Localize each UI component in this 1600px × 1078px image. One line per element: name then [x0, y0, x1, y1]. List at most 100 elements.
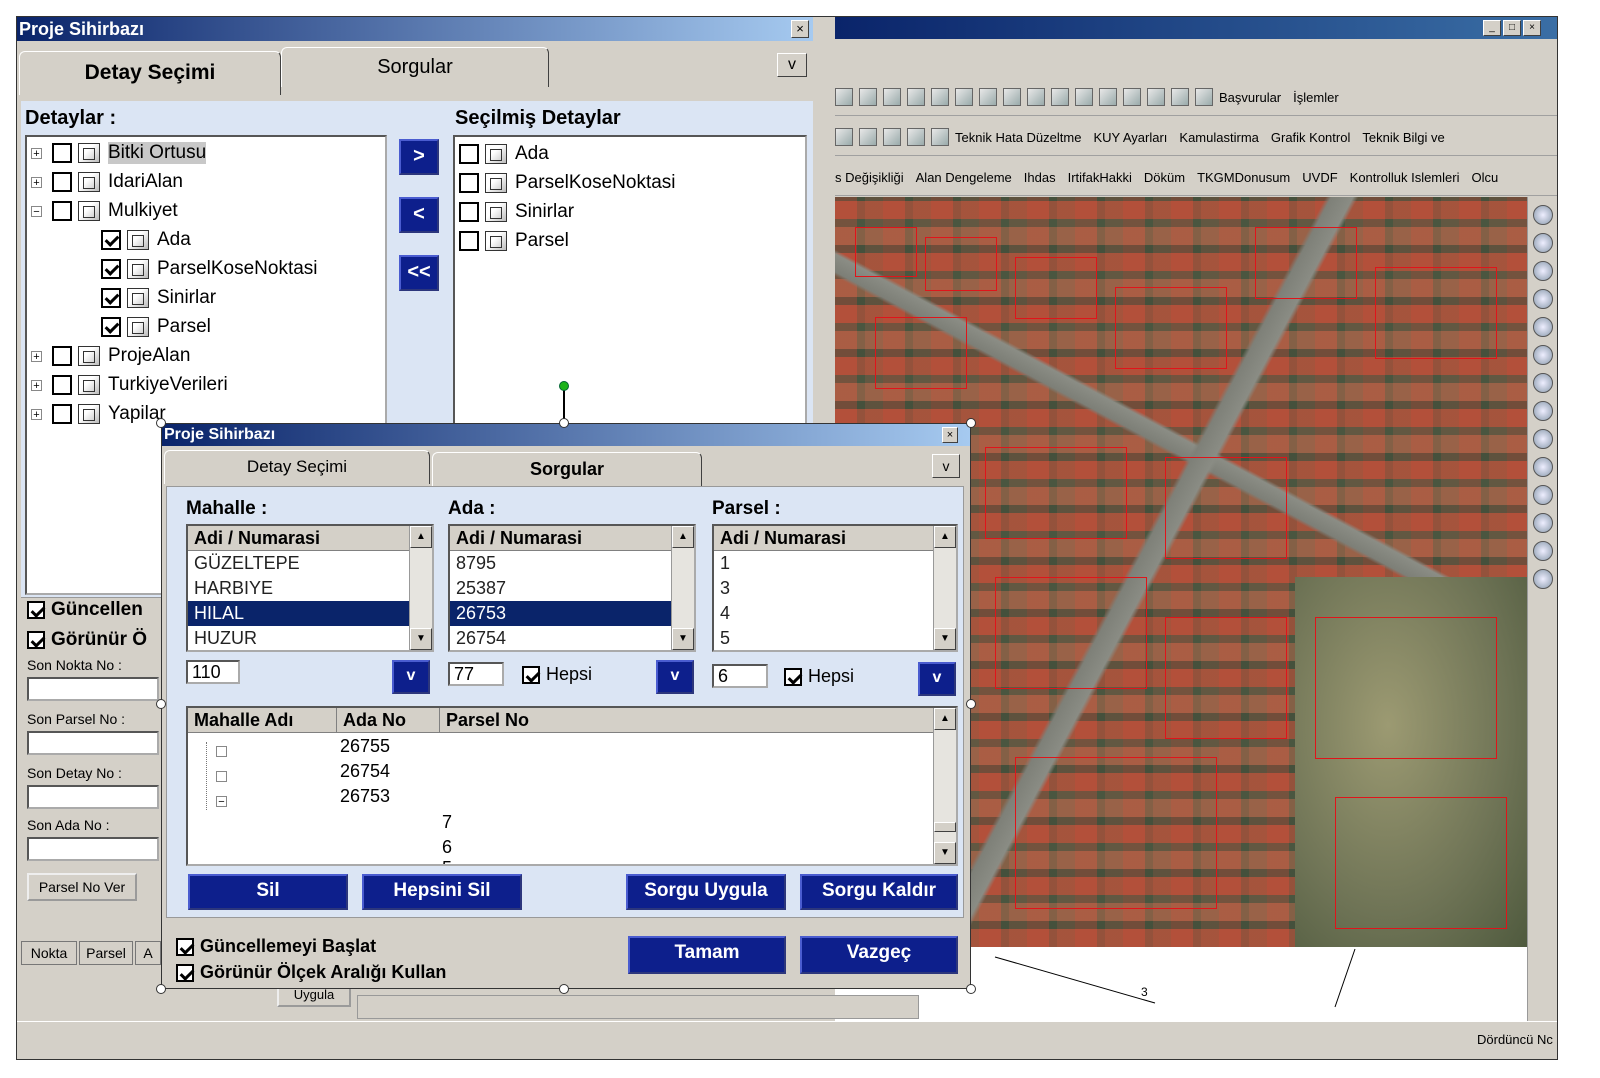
scroll-thumb[interactable]: [934, 822, 956, 832]
expand-toggle-icon[interactable]: [216, 771, 227, 782]
mahalle-scrollbar[interactable]: ▲ ▼: [409, 526, 432, 650]
tool-icon[interactable]: [1051, 88, 1069, 106]
parsel-item[interactable]: 3: [714, 576, 956, 601]
guncellemeyi-baslat-check[interactable]: Güncellemeyi Başlat: [176, 936, 376, 957]
ada-item-selected[interactable]: 26753: [450, 601, 672, 626]
tool-icon[interactable]: [883, 128, 901, 146]
scroll-up-icon[interactable]: ▲: [934, 526, 956, 548]
checkbox[interactable]: [52, 404, 72, 424]
ada-number-input[interactable]: 77: [448, 662, 504, 686]
scroll-down-icon[interactable]: ▼: [672, 628, 694, 650]
tool-icon[interactable]: [1195, 88, 1213, 106]
menu-teknik-hata[interactable]: Teknik Hata Düzeltme: [955, 130, 1081, 145]
result-ada-cell[interactable]: 26754: [340, 761, 390, 782]
parsel-no-ver-button[interactable]: Parsel No Ver: [27, 873, 137, 901]
resize-handle[interactable]: [156, 699, 166, 709]
tool-icon[interactable]: [835, 88, 853, 106]
mahalle-dropdown-button[interactable]: v: [392, 660, 430, 694]
parsel-hepsi-check[interactable]: Hepsi: [784, 666, 854, 687]
tree-item[interactable]: Sinirlar: [101, 284, 216, 312]
result-parsel-cell[interactable]: 6: [442, 837, 452, 858]
selected-item[interactable]: Ada: [459, 140, 549, 168]
resize-handle[interactable]: [966, 699, 976, 709]
checkbox[interactable]: [52, 201, 72, 221]
expand-toggle-icon[interactable]: +: [31, 409, 42, 420]
maximize-button[interactable]: □: [1503, 20, 1521, 36]
menu-degisikligi[interactable]: s Değişikliği: [835, 170, 904, 185]
mahalle-number-input[interactable]: 110: [186, 660, 240, 684]
select-pointer-icon[interactable]: [1533, 485, 1553, 505]
tree-item[interactable]: +TurkiyeVerileri: [31, 371, 228, 399]
front-tab-detay-secimi[interactable]: Detay Seçimi: [164, 450, 430, 484]
mahalle-item[interactable]: HARBIYE: [188, 576, 432, 601]
tool-icon[interactable]: [955, 88, 973, 106]
hepsini-sil-button[interactable]: Hepsini Sil: [362, 874, 522, 910]
checkbox[interactable]: [176, 938, 194, 956]
parsel-number-input[interactable]: 6: [712, 664, 768, 688]
zoom-out-icon[interactable]: [1533, 233, 1553, 253]
checkbox[interactable]: [459, 144, 479, 164]
tool-icon[interactable]: [931, 128, 949, 146]
col-mahalle-adi[interactable]: Mahalle Adı: [188, 708, 337, 732]
selected-item[interactable]: Parsel: [459, 227, 569, 255]
zoom-extent-icon[interactable]: [1533, 289, 1553, 309]
ada-item[interactable]: 26754: [450, 626, 694, 651]
forward-arrow-icon[interactable]: [1533, 429, 1553, 449]
measure-icon[interactable]: [1533, 569, 1553, 589]
col-parsel-no[interactable]: Parsel No: [440, 708, 529, 732]
menu-kuy-ayarlari[interactable]: KUY Ayarları: [1093, 130, 1167, 145]
menu-grafik-kontrol[interactable]: Grafik Kontrol: [1271, 130, 1350, 145]
remove-selected-button[interactable]: <: [399, 197, 439, 233]
menu-kontrolluk[interactable]: Kontrolluk Islemleri: [1350, 170, 1460, 185]
bg-tab-sorgular[interactable]: Sorgular: [281, 47, 549, 87]
checkbox[interactable]: [52, 346, 72, 366]
tree-item[interactable]: +Yapilar: [31, 400, 166, 428]
tool-icon[interactable]: [835, 128, 853, 146]
checkbox[interactable]: [52, 172, 72, 192]
tool-icon[interactable]: [907, 88, 925, 106]
son-nokta-input[interactable]: [27, 677, 159, 701]
expand-toggle-icon[interactable]: +: [31, 351, 42, 362]
resize-handle[interactable]: [966, 984, 976, 994]
son-ada-input[interactable]: [27, 837, 159, 861]
tool-icon[interactable]: [1003, 88, 1021, 106]
bg-check-guncelleme[interactable]: Güncellen: [27, 599, 143, 621]
pan-hand-icon[interactable]: [1533, 345, 1553, 365]
checkbox[interactable]: [101, 259, 121, 279]
gorunur-olcek-check[interactable]: Görünür Ölçek Aralığı Kullan: [176, 962, 446, 983]
tool-icon[interactable]: [1099, 88, 1117, 106]
ada-hepsi-check[interactable]: Hepsi: [522, 664, 592, 685]
checkbox[interactable]: [27, 601, 45, 619]
tree-item[interactable]: Parsel: [101, 313, 211, 341]
checkbox[interactable]: [101, 288, 121, 308]
menu-basvurular[interactable]: Başvurular: [1219, 90, 1281, 105]
tool-icon[interactable]: [1123, 88, 1141, 106]
parsel-scrollbar[interactable]: ▲ ▼: [933, 526, 956, 650]
tree-item[interactable]: ParselKoseNoktasi: [101, 255, 318, 283]
tool-icon[interactable]: [883, 88, 901, 106]
menu-irtifakhakki[interactable]: IrtifakHakki: [1068, 170, 1132, 185]
bg-tab-detay-secimi[interactable]: Detay Seçimi: [19, 51, 281, 95]
result-parsel-cell[interactable]: 7: [442, 812, 452, 833]
mahalle-item[interactable]: GÜZELTEPE: [188, 551, 432, 576]
sorgu-kaldir-button[interactable]: Sorgu Kaldır: [800, 874, 958, 910]
son-detay-input[interactable]: [27, 785, 159, 809]
front-tab-sorgular[interactable]: Sorgular: [432, 452, 702, 486]
front-dropdown-icon[interactable]: v: [932, 454, 960, 478]
vazgec-button[interactable]: Vazgeç: [800, 936, 958, 974]
parsel-item[interactable]: 1: [714, 551, 956, 576]
resize-handle[interactable]: [156, 418, 166, 428]
menu-ihdas[interactable]: Ihdas: [1024, 170, 1056, 185]
tool-icon[interactable]: [931, 88, 949, 106]
parsel-item[interactable]: 5: [714, 626, 956, 651]
result-ada-cell[interactable]: 26753: [340, 786, 390, 807]
selected-item[interactable]: ParselKoseNoktasi: [459, 169, 676, 197]
collapse-toggle-icon[interactable]: −: [216, 796, 227, 807]
resize-handle[interactable]: [156, 984, 166, 994]
resize-handle[interactable]: [559, 984, 569, 994]
ada-list[interactable]: Adi / Numarasi 8795 25387 26753 26754 ▲ …: [448, 524, 696, 652]
close-button[interactable]: ×: [1523, 20, 1541, 36]
tab-a[interactable]: A: [135, 941, 161, 965]
checkbox[interactable]: [459, 173, 479, 193]
remove-all-button[interactable]: <<: [399, 255, 439, 291]
